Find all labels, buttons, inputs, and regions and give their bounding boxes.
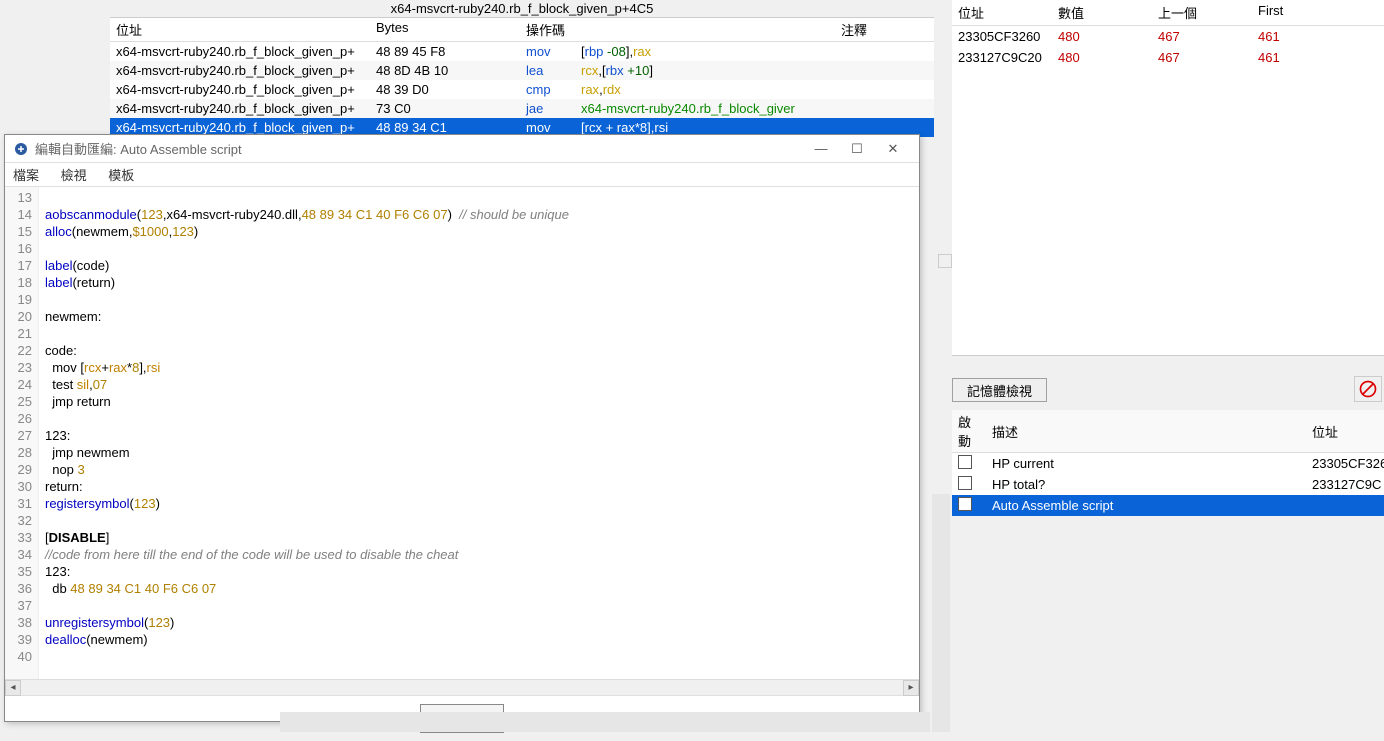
app-icon — [13, 141, 29, 157]
active-checkbox[interactable] — [958, 497, 972, 511]
close-button[interactable]: ✕ — [875, 141, 911, 157]
ct-rows[interactable]: HP current23305CF326HP total?233127C9CAu… — [952, 453, 1384, 516]
active-checkbox[interactable] — [958, 455, 972, 469]
scan-row[interactable]: 233127C9C20480467461 — [952, 47, 1384, 68]
ct-header: 啟動 描述 位址 — [952, 410, 1384, 453]
ct-row[interactable]: HP current23305CF326 — [952, 453, 1384, 474]
scan-results-panel: 位址 數值 上一個 First 23305CF32604804674612331… — [952, 0, 1384, 356]
menu-file[interactable]: 檔案 — [13, 168, 39, 183]
menu-template[interactable]: 模板 — [108, 168, 134, 183]
disasm-row[interactable]: x64-msvcrt-ruby240.rb_f_block_given_p+73… — [110, 99, 934, 118]
disasm-row[interactable]: x64-msvcrt-ruby240.rb_f_block_given_p+48… — [110, 61, 934, 80]
col-desc[interactable]: 描述 — [986, 420, 1306, 443]
disasm-title: x64-msvcrt-ruby240.rb_f_block_given_p+4C… — [110, 0, 934, 18]
col-comment[interactable]: 注釋 — [835, 18, 915, 41]
scroll-left-button[interactable]: ◂ — [5, 680, 21, 696]
maximize-button[interactable]: ☐ — [839, 141, 875, 157]
dialog-titlebar[interactable]: 編輯自動匯編: Auto Assemble script — ☐ ✕ — [5, 135, 919, 163]
disassembly-panel: x64-msvcrt-ruby240.rb_f_block_given_p+4C… — [110, 0, 934, 137]
minimize-button[interactable]: — — [803, 141, 839, 156]
col-op[interactable]: 操作碼 — [520, 18, 575, 41]
h-scrollbar[interactable]: ◂ ▸ — [5, 679, 919, 695]
disasm-row[interactable]: x64-msvcrt-ruby240.rb_f_block_given_p+48… — [110, 80, 934, 99]
cheat-table-panel: 啟動 描述 位址 HP current23305CF326HP total?23… — [952, 410, 1384, 516]
scroll-stub[interactable] — [938, 254, 952, 268]
col-addr2[interactable]: 位址 — [1306, 420, 1384, 443]
col-active[interactable]: 啟動 — [952, 410, 986, 452]
dialog-menu: 檔案 檢視 模板 — [5, 163, 919, 187]
disasm-rows[interactable]: x64-msvcrt-ruby240.rb_f_block_given_p+48… — [110, 42, 934, 137]
col-val[interactable]: 數值 — [1052, 0, 1152, 25]
col-prev[interactable]: 上一個 — [1152, 0, 1252, 25]
auto-assemble-dialog: 編輯自動匯編: Auto Assemble script — ☐ ✕ 檔案 檢視… — [4, 134, 920, 722]
active-checkbox[interactable] — [958, 476, 972, 490]
dialog-title: 編輯自動匯編: Auto Assemble script — [35, 139, 242, 158]
col-bytes[interactable]: Bytes — [370, 18, 520, 41]
forbidden-icon[interactable] — [1354, 376, 1382, 402]
col-args[interactable] — [575, 18, 835, 41]
ct-row[interactable]: Auto Assemble script — [952, 495, 1384, 516]
ct-row[interactable]: HP total?233127C9C — [952, 474, 1384, 495]
scan-header: 位址 數值 上一個 First — [952, 0, 1384, 26]
col-addr[interactable]: 位址 — [952, 0, 1052, 25]
line-gutter: 1314151617181920212223242526272829303132… — [5, 187, 39, 679]
menu-view[interactable]: 檢視 — [61, 168, 87, 183]
scan-row[interactable]: 23305CF3260480467461 — [952, 26, 1384, 47]
col-address[interactable]: 位址 — [110, 18, 370, 41]
disasm-header: 位址 Bytes 操作碼 注釋 — [110, 18, 934, 42]
code-area[interactable]: aobscanmodule(123,x64-msvcrt-ruby240.dll… — [39, 187, 919, 679]
scroll-right-button[interactable]: ▸ — [903, 680, 919, 696]
disasm-row[interactable]: x64-msvcrt-ruby240.rb_f_block_given_p+48… — [110, 42, 934, 61]
memory-view-button[interactable]: 記憶體檢視 — [952, 378, 1047, 402]
scan-rows[interactable]: 23305CF3260480467461233127C9C20480467461 — [952, 26, 1384, 356]
code-editor[interactable]: 1314151617181920212223242526272829303132… — [5, 187, 919, 679]
memory-view-bar: 記憶體檢視 — [952, 378, 1384, 402]
col-first[interactable]: First — [1252, 0, 1352, 25]
